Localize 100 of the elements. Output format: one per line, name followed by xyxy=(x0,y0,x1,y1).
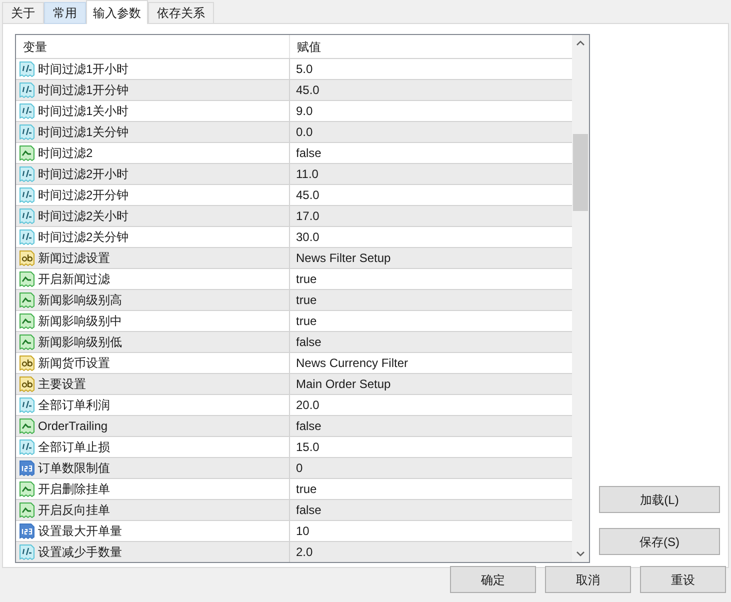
parameter-row[interactable]: 设置减少手数量 2.0 xyxy=(16,541,572,562)
number-type-icon xyxy=(19,208,35,224)
number-type-icon xyxy=(19,229,35,245)
parameter-name: 时间过滤1关小时 xyxy=(38,103,129,120)
parameter-row[interactable]: 时间过滤1关分钟 0.0 xyxy=(16,121,572,142)
tab[interactable]: 依存关系 xyxy=(148,2,214,24)
parameter-row[interactable]: 时间过滤1开小时 5.0 xyxy=(16,58,572,79)
parameter-name: 新闻过滤设置 xyxy=(38,250,110,267)
parameter-row[interactable]: 新闻影响级别高 true xyxy=(16,289,572,310)
number-type-icon xyxy=(19,523,35,539)
parameter-name: 时间过滤1开小时 xyxy=(38,61,129,78)
parameter-value[interactable]: false xyxy=(290,332,572,352)
parameter-name: 时间过滤1关分钟 xyxy=(38,124,129,141)
parameter-row[interactable]: OrderTrailing false xyxy=(16,415,572,436)
parameter-row[interactable]: 时间过滤2关分钟 30.0 xyxy=(16,226,572,247)
parameter-name: 新闻货币设置 xyxy=(38,355,110,372)
parameter-row[interactable]: 时间过滤2开分钟 45.0 xyxy=(16,184,572,205)
parameter-name: 全部订单利润 xyxy=(38,397,110,414)
number-type-icon xyxy=(19,439,35,455)
number-type-icon xyxy=(19,460,35,476)
toggle-type-icon xyxy=(19,313,35,329)
parameter-row[interactable]: 新闻货币设置 News Currency Filter xyxy=(16,352,572,373)
toggle-type-icon xyxy=(19,502,35,518)
parameter-value[interactable]: 0.0 xyxy=(290,122,572,142)
parameter-value[interactable]: 45.0 xyxy=(290,80,572,100)
parameter-value[interactable]: false xyxy=(290,143,572,163)
dialog-button[interactable]: 取消 xyxy=(545,566,631,593)
tab[interactable]: 关于 xyxy=(2,2,44,24)
parameter-name: 时间过滤1开分钟 xyxy=(38,82,129,99)
parameter-row[interactable]: 时间过滤2开小时 11.0 xyxy=(16,163,572,184)
parameter-value[interactable]: 30.0 xyxy=(290,227,572,247)
parameter-name: 开启删除挂单 xyxy=(38,481,110,498)
parameter-value[interactable]: 10 xyxy=(290,521,572,541)
parameter-value[interactable]: 20.0 xyxy=(290,395,572,415)
dialog-button[interactable]: 保存(S) xyxy=(599,528,720,555)
parameter-row[interactable]: 时间过滤2关小时 17.0 xyxy=(16,205,572,226)
toggle-type-icon xyxy=(19,292,35,308)
parameter-value[interactable]: 17.0 xyxy=(290,206,572,226)
parameter-row[interactable]: 开启删除挂单 true xyxy=(16,478,572,499)
scroll-up-icon[interactable] xyxy=(576,40,585,46)
parameter-value[interactable]: true xyxy=(290,269,572,289)
number-type-icon xyxy=(19,124,35,140)
parameter-name: 主要设置 xyxy=(38,376,86,393)
parameter-value[interactable]: false xyxy=(290,416,572,436)
parameter-row[interactable]: 设置最大开单量 10 xyxy=(16,520,572,541)
parameter-row[interactable]: 新闻影响级别中 true xyxy=(16,310,572,331)
dialog-button[interactable]: 重设 xyxy=(640,566,726,593)
parameter-value[interactable]: true xyxy=(290,290,572,310)
scroll-thumb[interactable] xyxy=(573,134,588,211)
number-type-icon xyxy=(19,166,35,182)
parameter-value[interactable]: 45.0 xyxy=(290,185,572,205)
parameter-row[interactable]: 时间过滤1开分钟 45.0 xyxy=(16,79,572,100)
parameter-row[interactable]: 主要设置 Main Order Setup xyxy=(16,373,572,394)
number-type-icon xyxy=(19,103,35,119)
parameter-value[interactable]: News Filter Setup xyxy=(290,248,572,268)
number-type-icon xyxy=(19,82,35,98)
parameter-name: 时间过滤2 xyxy=(38,145,93,162)
parameter-value[interactable]: true xyxy=(290,311,572,331)
parameter-value[interactable]: 2.0 xyxy=(290,542,572,562)
parameter-row[interactable]: 全部订单止损 15.0 xyxy=(16,436,572,457)
parameter-name: 时间过滤2关分钟 xyxy=(38,229,129,246)
parameter-name: 开启反向挂单 xyxy=(38,502,110,519)
parameter-value[interactable]: 11.0 xyxy=(290,164,572,184)
parameter-value[interactable]: Main Order Setup xyxy=(290,374,572,394)
number-type-icon xyxy=(19,544,35,560)
parameter-row[interactable]: 全部订单利润 20.0 xyxy=(16,394,572,415)
text-type-icon xyxy=(19,355,35,371)
parameter-value[interactable]: true xyxy=(290,479,572,499)
text-type-icon xyxy=(19,376,35,392)
toggle-type-icon xyxy=(19,418,35,434)
toggle-type-icon xyxy=(19,334,35,350)
parameter-name: 新闻影响级别中 xyxy=(38,313,122,330)
parameter-row[interactable]: 时间过滤1关小时 9.0 xyxy=(16,100,572,121)
parameter-name: 设置最大开单量 xyxy=(38,523,122,540)
parameter-value[interactable]: 5.0 xyxy=(290,59,572,79)
parameter-value[interactable]: News Currency Filter xyxy=(290,353,572,373)
tab[interactable]: 常用 xyxy=(44,2,86,24)
parameter-row[interactable]: 新闻影响级别低 false xyxy=(16,331,572,352)
dialog-button[interactable]: 加载(L) xyxy=(599,486,720,513)
scroll-down-icon[interactable] xyxy=(576,551,585,557)
toggle-type-icon xyxy=(19,271,35,287)
parameter-row[interactable]: 开启反向挂单 false xyxy=(16,499,572,520)
parameter-row[interactable]: 新闻过滤设置 News Filter Setup xyxy=(16,247,572,268)
parameter-row[interactable]: 开启新闻过滤 true xyxy=(16,268,572,289)
dialog-button[interactable]: 确定 xyxy=(450,566,536,593)
tab[interactable]: 输入参数 xyxy=(86,0,148,24)
toggle-type-icon xyxy=(19,481,35,497)
parameter-value[interactable]: 9.0 xyxy=(290,101,572,121)
parameter-value[interactable]: false xyxy=(290,500,572,520)
parameter-value[interactable]: 15.0 xyxy=(290,437,572,457)
parameter-name: 开启新闻过滤 xyxy=(38,271,110,288)
parameter-name: OrderTrailing xyxy=(38,418,108,435)
number-type-icon xyxy=(19,61,35,77)
parameter-row[interactable]: 时间过滤2 false xyxy=(16,142,572,163)
parameter-name: 订单数限制值 xyxy=(38,460,110,477)
parameter-name: 时间过滤2关小时 xyxy=(38,208,129,225)
parameter-value[interactable]: 0 xyxy=(290,458,572,478)
parameter-name: 全部订单止损 xyxy=(38,439,110,456)
parameter-row[interactable]: 订单数限制值 0 xyxy=(16,457,572,478)
parameter-name: 时间过滤2开分钟 xyxy=(38,187,129,204)
